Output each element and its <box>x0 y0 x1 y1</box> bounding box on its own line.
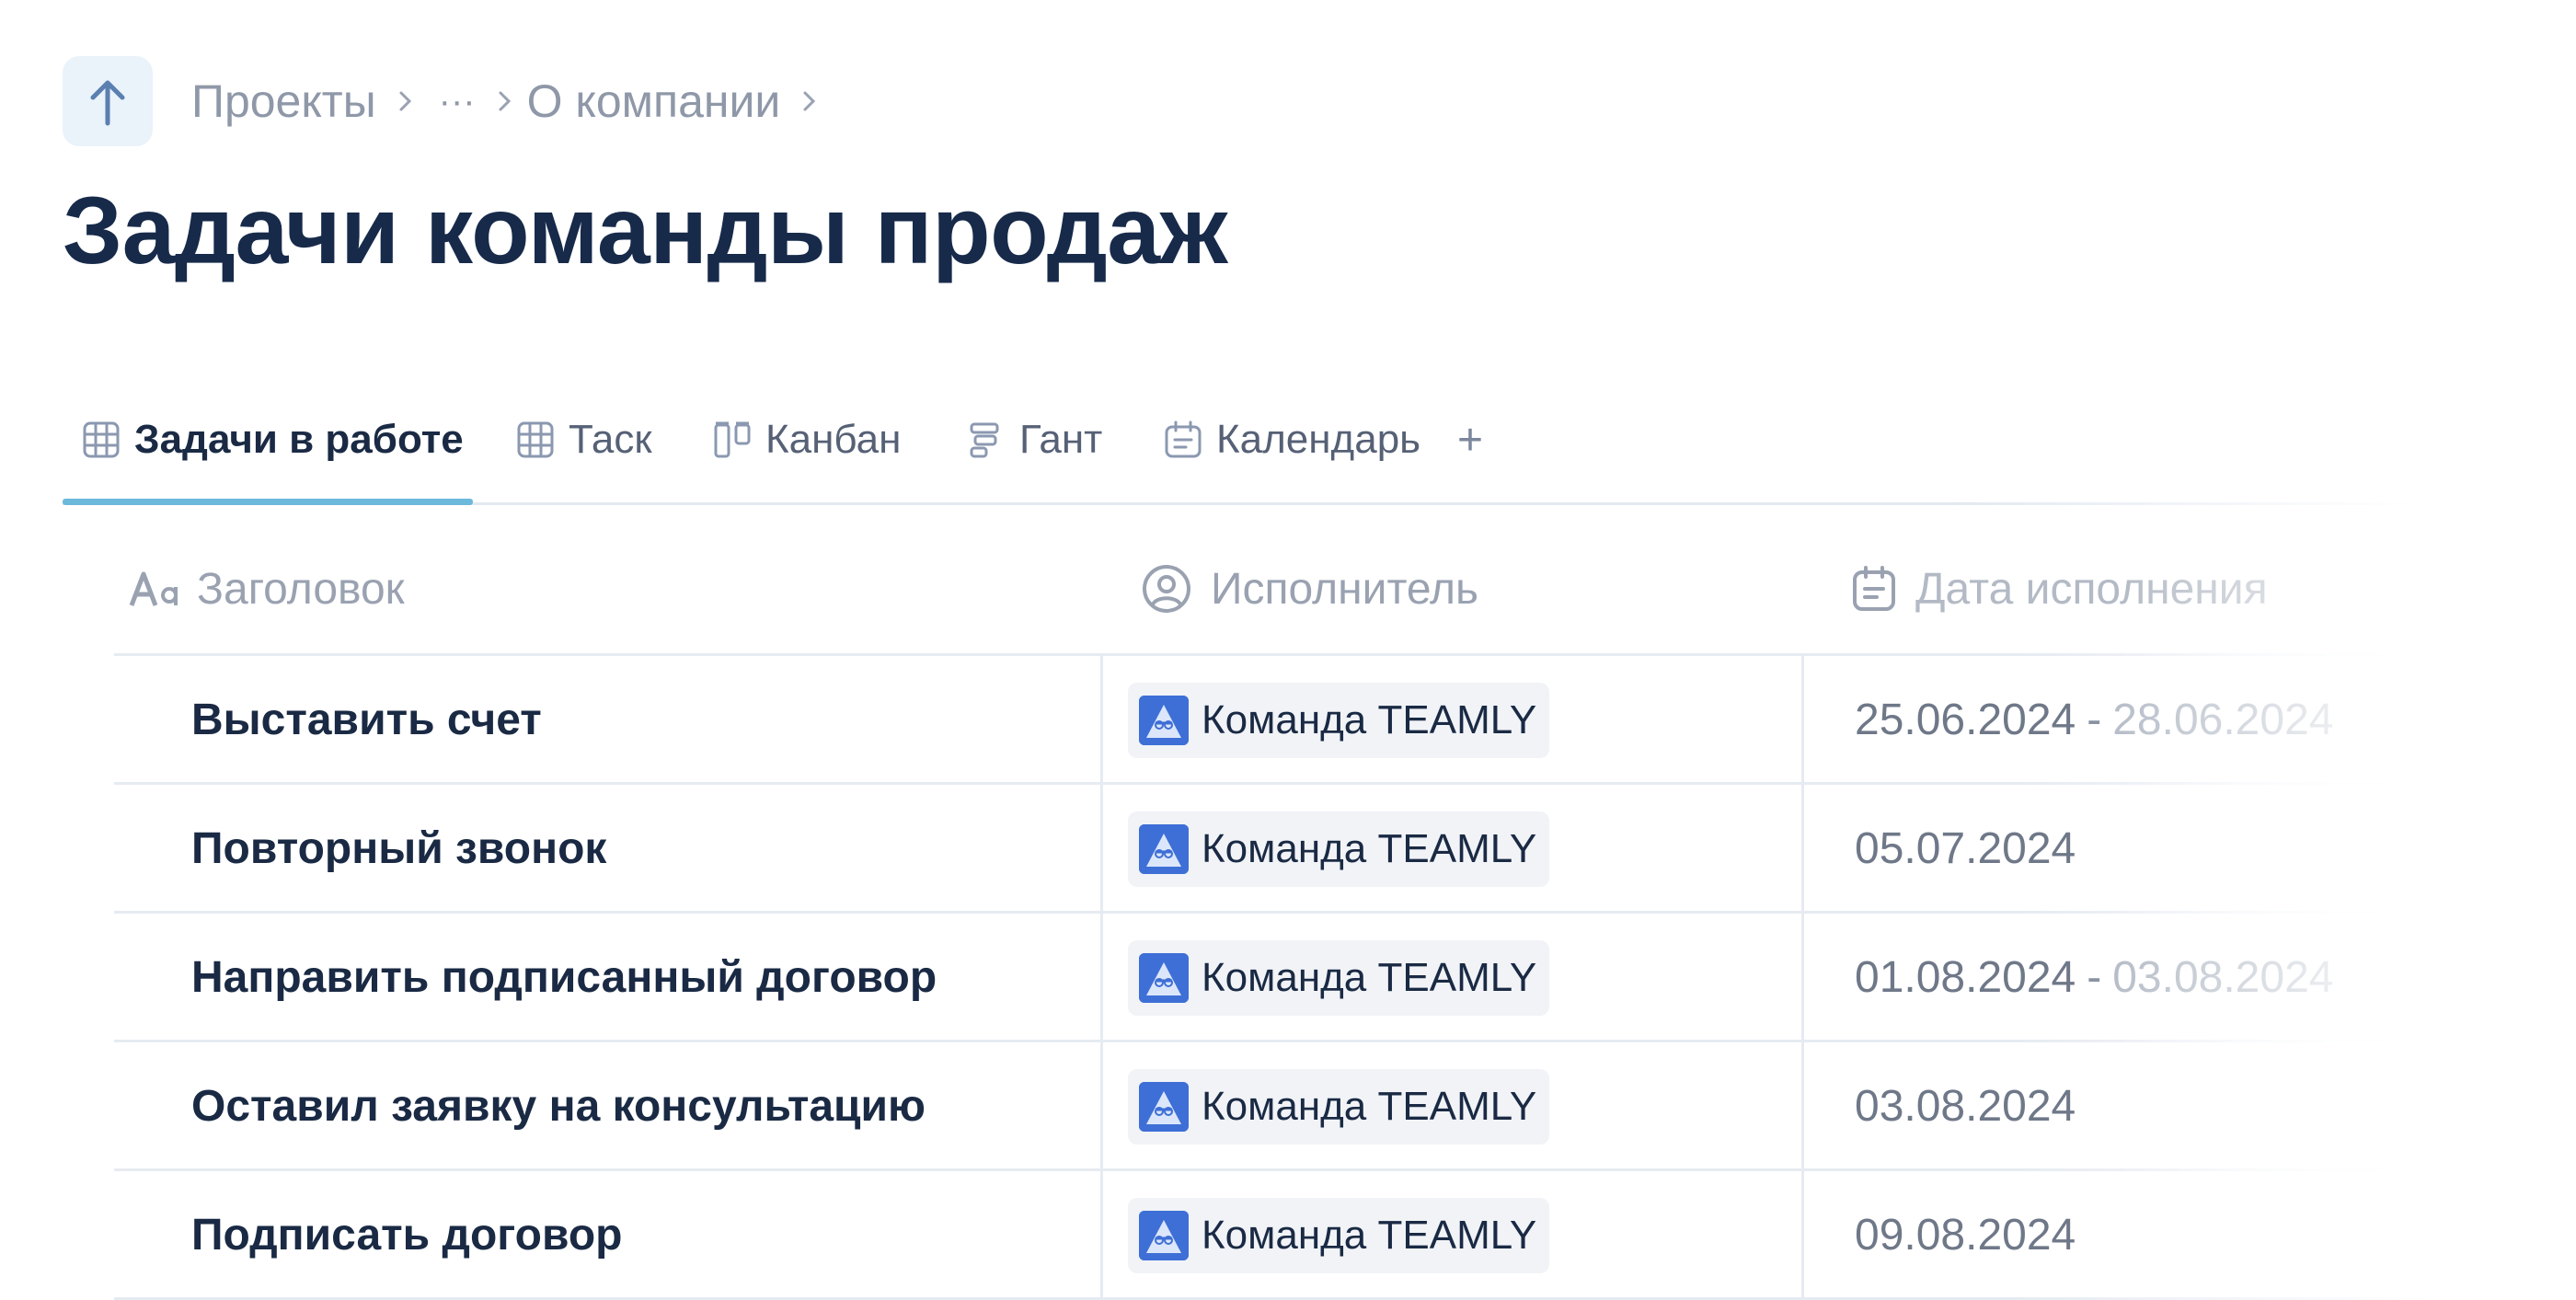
team-avatar-icon <box>1139 1082 1189 1132</box>
navigate-up-button[interactable] <box>63 56 153 146</box>
table-row[interactable]: Повторный звонок Команда TEAMLY 05.07.20… <box>114 784 2432 913</box>
chevron-right-icon <box>496 87 514 115</box>
tab-task[interactable]: Таск <box>515 377 652 502</box>
tab-label: Таск <box>569 417 652 462</box>
arrow-up-icon <box>90 80 125 126</box>
chevron-right-icon <box>397 87 415 115</box>
tab-kanban[interactable]: Канбан <box>712 377 901 502</box>
column-header-title[interactable]: Заголовок <box>129 524 405 653</box>
tab-tasks-in-progress[interactable]: Задачи в работе <box>81 377 464 502</box>
team-avatar-icon <box>1139 696 1189 745</box>
assignee-name: Команда TEAMLY <box>1202 697 1537 742</box>
due-date[interactable]: 09.08.2024 <box>1855 1170 2076 1299</box>
team-avatar-icon <box>1139 824 1189 874</box>
assignee-chip[interactable]: Команда TEAMLY <box>1128 1198 1550 1273</box>
assignee-name: Команда TEAMLY <box>1202 955 1537 1000</box>
table-row[interactable]: Направить подписанный договор Команда TE… <box>114 913 2432 1041</box>
column-header-label: Исполнитель <box>1211 564 1479 614</box>
due-date[interactable]: 01.08.2024 - 03.08.2024 <box>1855 913 2333 1041</box>
chevron-right-icon <box>800 87 819 115</box>
calendar-icon <box>1165 420 1202 458</box>
task-title[interactable]: Направить подписанный договор <box>191 913 937 1041</box>
assignee-name: Команда TEAMLY <box>1202 1213 1537 1258</box>
assignee-name: Команда TEAMLY <box>1202 826 1537 871</box>
kanban-icon <box>714 421 751 458</box>
task-title[interactable]: Подписать договор <box>191 1170 622 1299</box>
assignee-chip[interactable]: Команда TEAMLY <box>1128 811 1550 887</box>
date-start: 09.08.2024 <box>1855 1210 2076 1260</box>
tab-calendar[interactable]: Календарь <box>1163 377 1420 502</box>
page-title: Задачи команды продаж <box>63 178 1227 284</box>
view-tabs: Задачи в работе Таск Канбан Гант Календа… <box>63 377 2418 505</box>
column-header-label: Заголовок <box>197 564 405 614</box>
column-header-assignee[interactable]: Исполнитель <box>1141 524 1478 653</box>
task-title[interactable]: Оставил заявку на консультацию <box>191 1041 926 1170</box>
assignee-chip[interactable]: Команда TEAMLY <box>1128 683 1550 758</box>
user-circle-icon <box>1143 565 1190 613</box>
table-row[interactable]: Подписать договор Команда TEAMLY 09.08.2… <box>114 1170 2432 1299</box>
date-end: 28.06.2024 <box>2112 695 2334 744</box>
tab-label: Канбан <box>765 417 902 462</box>
assignee-chip[interactable]: Команда TEAMLY <box>1128 940 1550 1016</box>
column-header-due-date[interactable]: Дата исполнения <box>1851 524 2268 653</box>
date-start: 01.08.2024 <box>1855 952 2076 1002</box>
due-date[interactable]: 25.06.2024 - 28.06.2024 <box>1855 655 2333 784</box>
text-type-icon <box>129 571 178 606</box>
breadcrumb-item-more[interactable]: ··· <box>439 81 476 122</box>
date-start: 25.06.2024 <box>1855 695 2076 744</box>
tab-label: Гант <box>1019 417 1103 462</box>
date-separator: - <box>2087 952 2102 1002</box>
assignee-name: Команда TEAMLY <box>1202 1084 1537 1129</box>
active-tab-indicator <box>63 499 473 505</box>
tab-label: Задачи в работе <box>134 417 464 462</box>
table-row[interactable]: Оставил заявку на консультацию Команда T… <box>114 1041 2432 1170</box>
column-header-label: Дата исполнения <box>1915 564 2268 614</box>
plus-icon: + <box>1457 415 1484 465</box>
task-title[interactable]: Выставить счет <box>191 655 542 784</box>
breadcrumb: Проекты ··· О компании <box>63 56 819 146</box>
breadcrumb-item-projects[interactable]: Проекты <box>191 75 376 128</box>
table-grid-icon <box>517 421 554 458</box>
team-avatar-icon <box>1139 1211 1189 1260</box>
date-end: 03.08.2024 <box>2112 952 2334 1002</box>
table-row[interactable]: Выставить счет Команда TEAMLY 25.06.2024… <box>114 655 2432 784</box>
due-date[interactable]: 05.07.2024 <box>1855 784 2076 913</box>
table-grid-icon <box>83 421 120 458</box>
date-start: 05.07.2024 <box>1855 823 2076 873</box>
task-title[interactable]: Повторный звонок <box>191 784 606 913</box>
due-date[interactable]: 03.08.2024 <box>1855 1041 2076 1170</box>
date-start: 03.08.2024 <box>1855 1081 2076 1131</box>
tab-label: Календарь <box>1216 417 1421 462</box>
breadcrumb-item-about-company[interactable]: О компании <box>527 75 781 128</box>
team-avatar-icon <box>1139 953 1189 1003</box>
gantt-icon <box>970 422 999 458</box>
add-view-button[interactable]: + <box>1457 377 1483 502</box>
calendar-icon <box>1853 566 1895 611</box>
assignee-chip[interactable]: Команда TEAMLY <box>1128 1069 1550 1145</box>
tab-gantt[interactable]: Гант <box>966 377 1102 502</box>
date-separator: - <box>2087 695 2102 744</box>
